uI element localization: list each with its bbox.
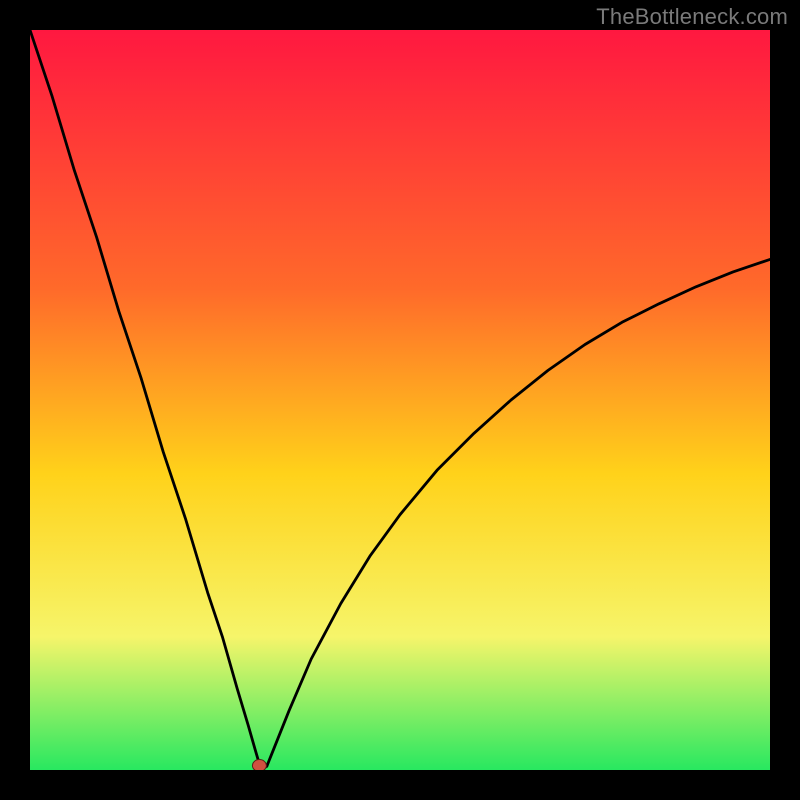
watermark-text: TheBottleneck.com [596, 4, 788, 30]
minimum-marker [252, 760, 266, 770]
chart-frame: TheBottleneck.com [0, 0, 800, 800]
gradient-background [30, 30, 770, 770]
bottleneck-plot [30, 30, 770, 770]
chart-svg [30, 30, 770, 770]
